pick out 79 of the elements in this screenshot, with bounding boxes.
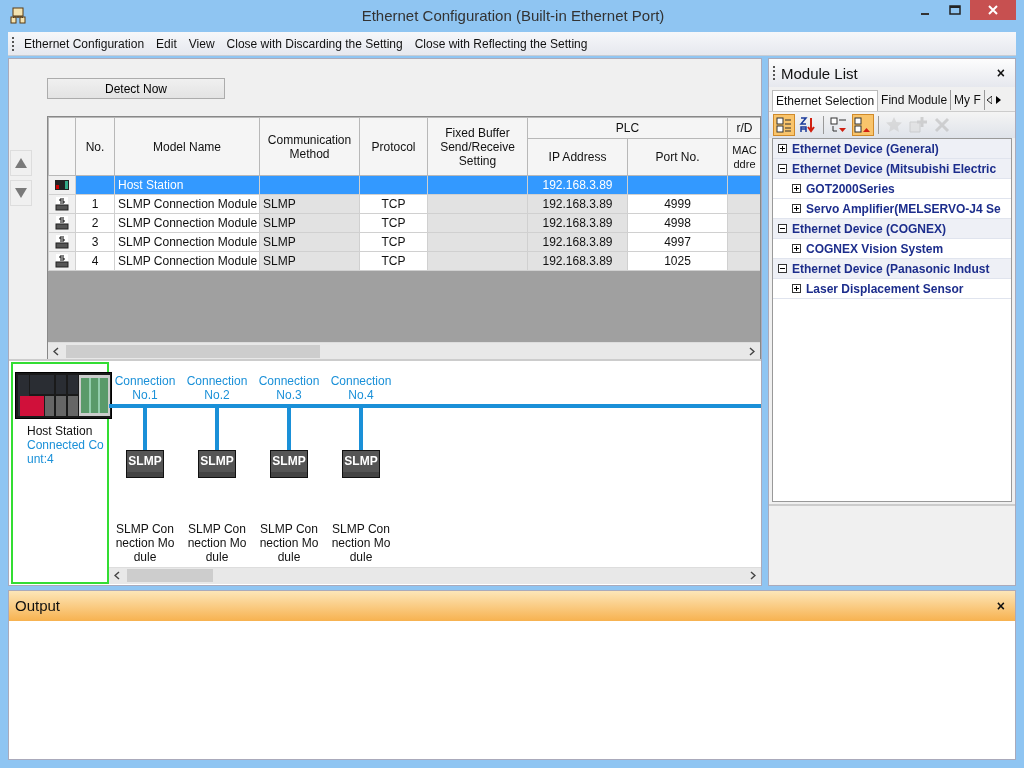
move-up-button[interactable] [10, 150, 32, 177]
module-node[interactable]: SLMP [342, 450, 380, 479]
scroll-left-icon[interactable] [53, 347, 59, 356]
category-icon[interactable] [773, 114, 795, 137]
horizontal-scrollbar[interactable] [109, 566, 761, 584]
triangle-up-icon [15, 158, 27, 169]
close-icon [988, 5, 998, 15]
column-header[interactable]: Protocol [359, 118, 428, 176]
column-header[interactable]: Communication Method [259, 118, 360, 176]
column-header[interactable]: Fixed Buffer Send/Receive Setting [427, 118, 528, 176]
host-station-label: Host Station [27, 424, 94, 439]
header-corner [48, 118, 76, 176]
module-node[interactable]: SLMP [270, 450, 308, 479]
tree-item[interactable]: COGNEX Vision System [806, 242, 944, 256]
app-icon [10, 6, 26, 25]
tab[interactable]: Ethernet Selection [772, 90, 879, 111]
connection-label: Connection No.1 [113, 374, 177, 403]
window-title: Ethernet Configuration (Built-in Ethernet Port) [360, 7, 666, 25]
module-icon [55, 197, 69, 212]
module-label: SLMP Connection Module [186, 522, 248, 567]
menu-item[interactable]: View [184, 36, 219, 51]
close-button[interactable]: × [994, 65, 1007, 82]
connection-label: Connection No.4 [329, 374, 393, 403]
module-label: SLMP Connection Module [114, 522, 176, 567]
module-label: SLMP Connection Module [258, 522, 320, 567]
collapse-toggle[interactable] [778, 164, 787, 174]
expand-toggle[interactable] [792, 244, 801, 254]
menu-item[interactable]: Ethernet Configuration [20, 36, 149, 51]
table-row[interactable]: 4 SLMP Connection Module SLMP TCP 192.168.3.89 1025 [48, 252, 760, 271]
host-station-node[interactable]: Host Station Connected Count:4 [11, 362, 109, 584]
module-label: SLMP Connection Module [330, 522, 392, 567]
menu-item[interactable]: Close with Discarding the Setting [222, 36, 407, 51]
expand-toggle[interactable] [792, 284, 801, 294]
triangle-down-icon [15, 188, 27, 199]
tree-item[interactable]: Laser Displacement Sensor [806, 282, 964, 296]
module-node[interactable]: SLMP [198, 450, 236, 479]
expand-icon[interactable] [852, 114, 874, 137]
connected-count: Connected Count:4 [27, 438, 105, 467]
tab[interactable]: Find Module [878, 90, 952, 111]
column-header[interactable]: Port No. [627, 139, 728, 176]
close-button[interactable]: × [994, 597, 1007, 614]
module-node[interactable]: SLMP [126, 450, 164, 479]
collapse-toggle[interactable] [778, 264, 787, 274]
menu-item[interactable]: Edit [152, 36, 181, 51]
horizontal-scrollbar[interactable] [48, 342, 760, 360]
module-icon [55, 216, 69, 231]
scroll-right-icon[interactable] [749, 347, 755, 356]
plc-icon [55, 180, 69, 191]
module-icon [55, 254, 69, 269]
tree-item[interactable]: GOT2000Series [806, 182, 895, 196]
connection-label: Connection No.3 [257, 374, 321, 403]
expand-toggle[interactable] [792, 184, 801, 194]
tab-scroll-left-button[interactable] [984, 96, 994, 105]
collapse-toggle[interactable] [778, 224, 787, 234]
table-row[interactable]: 2 SLMP Connection Module SLMP TCP 192.168.3.89 4998 [48, 214, 760, 233]
minimize-icon [921, 13, 929, 15]
tab-scroll-right-button[interactable] [993, 96, 1003, 105]
scroll-right-icon[interactable] [750, 571, 756, 581]
panel-title: Module List [781, 65, 859, 82]
menu-item[interactable]: Close with Reflecting the Setting [410, 36, 592, 51]
connection-label: Connection No.2 [185, 374, 249, 403]
expand-toggle[interactable] [792, 204, 801, 214]
detect-now-button[interactable]: Detect Now [47, 78, 225, 100]
column-header[interactable]: IP Address [527, 139, 628, 176]
module-icon [55, 235, 69, 250]
tab[interactable]: My F [951, 90, 985, 111]
panel-title: Output [14, 597, 62, 615]
tree-item[interactable]: Servo Amplifier(MELSERVO-J4 Se [806, 202, 1001, 216]
scroll-left-icon[interactable] [114, 571, 120, 581]
table-row[interactable]: 1 SLMP Connection Module SLMP TCP 192.168.3.89 4999 [48, 195, 760, 214]
table-row[interactable]: 3 SLMP Connection Module SLMP TCP 192.168.3.89 4997 [48, 233, 760, 252]
move-down-button[interactable] [10, 180, 32, 207]
column-group-header: PLC [527, 118, 728, 139]
column-group-header: r/D [727, 118, 760, 139]
column-header[interactable]: Model Name [114, 118, 260, 176]
column-header[interactable]: No. [75, 118, 115, 176]
expand-toggle[interactable] [778, 144, 787, 154]
close-button[interactable] [970, 0, 1016, 20]
maximize-icon [949, 5, 961, 15]
